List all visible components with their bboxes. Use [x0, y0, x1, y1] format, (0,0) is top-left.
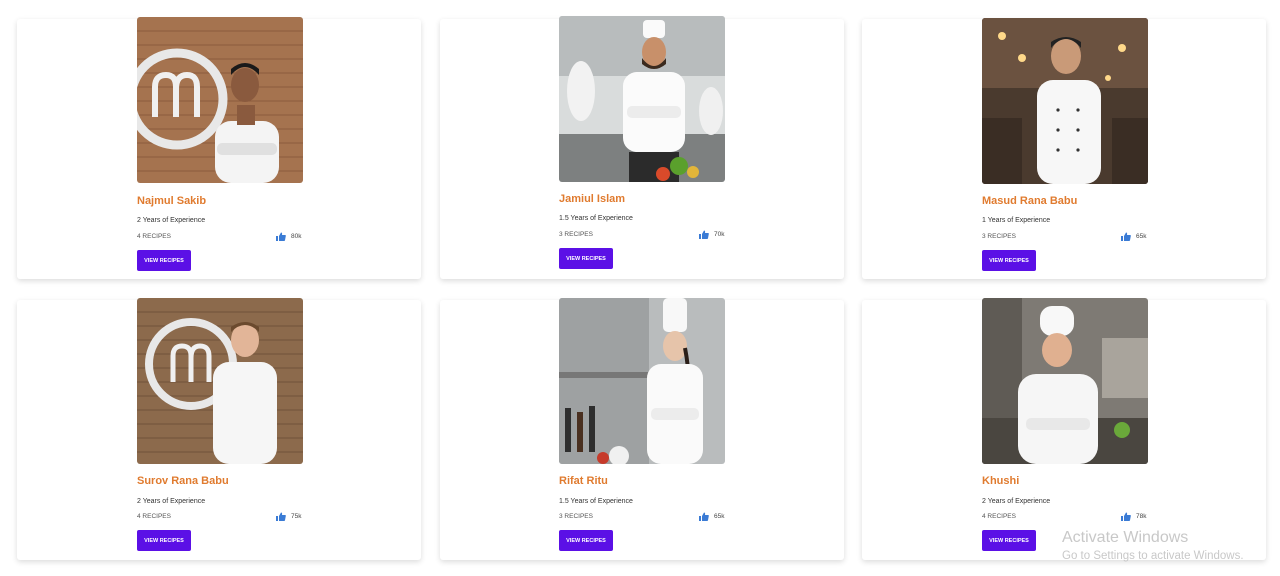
chef-likes: 65k	[1121, 232, 1146, 241]
view-recipes-button[interactable]: VIEW RECIPES	[559, 530, 613, 551]
likes-count: 70k	[714, 231, 725, 238]
thumbs-up-icon	[276, 512, 286, 521]
chef-experience: 1.5 Years of Experience	[559, 498, 633, 505]
chef-likes: 70k	[699, 230, 724, 239]
chef-name: Jamiul Islam	[559, 193, 626, 205]
chef-experience: 1.5 Years of Experience	[559, 215, 633, 222]
chef-likes: 65k	[699, 512, 724, 521]
chef-name: Surov Rana Babu	[137, 475, 229, 487]
chef-recipe-count: 3 RECIPES	[982, 233, 1016, 240]
watermark-title: Activate Windows	[1062, 529, 1189, 546]
chef-card: Jamiul Islam 1.5 Years of Experience 3 R…	[440, 16, 844, 279]
chef-card: Khushi 2 Years of Experience 4 RECIPES 7…	[862, 298, 1266, 560]
chef-photo	[559, 16, 725, 182]
chef-name: Najmul Sakib	[137, 195, 207, 207]
chef-recipe-count: 4 RECIPES	[137, 513, 171, 520]
watermark-subtitle: Go to Settings to activate Windows.	[1062, 550, 1244, 562]
chef-photo	[982, 18, 1148, 184]
chef-recipe-count: 3 RECIPES	[559, 231, 593, 238]
likes-count: 75k	[291, 513, 302, 520]
chef-name: Masud Rana Babu	[982, 195, 1078, 207]
chef-recipe-count: 4 RECIPES	[982, 513, 1016, 520]
thumbs-up-icon	[1121, 512, 1131, 521]
thumbs-up-icon	[699, 512, 709, 521]
chef-grid: Najmul Sakib 2 Years of Experience 4 REC…	[0, 0, 1280, 576]
thumbs-up-icon	[276, 232, 286, 241]
thumbs-up-icon	[699, 230, 709, 239]
view-recipes-button[interactable]: VIEW RECIPES	[982, 530, 1036, 551]
likes-count: 65k	[714, 513, 725, 520]
chef-name: Rifat Ritu	[559, 475, 608, 487]
chef-card: Rifat Ritu 1.5 Years of Experience 3 REC…	[440, 298, 844, 560]
view-recipes-button[interactable]: VIEW RECIPES	[982, 250, 1036, 271]
likes-count: 80k	[291, 233, 302, 240]
chef-likes: 80k	[276, 232, 301, 241]
chef-recipe-count: 4 RECIPES	[137, 233, 171, 240]
chef-experience: 1 Years of Experience	[982, 217, 1051, 224]
chef-card: Masud Rana Babu 1 Years of Experience 3 …	[862, 18, 1266, 279]
thumbs-up-icon	[1121, 232, 1131, 241]
chef-card: Najmul Sakib 2 Years of Experience 4 REC…	[17, 17, 421, 279]
chef-experience: 2 Years of Experience	[982, 498, 1051, 505]
likes-count: 65k	[1136, 233, 1147, 240]
chef-likes: 78k	[1121, 512, 1146, 521]
chef-photo	[559, 298, 725, 464]
likes-count: 78k	[1136, 513, 1147, 520]
chef-card: Surov Rana Babu 2 Years of Experience 4 …	[17, 298, 421, 560]
chef-experience: 2 Years of Experience	[137, 498, 206, 505]
view-recipes-button[interactable]: VIEW RECIPES	[137, 530, 191, 551]
chef-name: Khushi	[982, 475, 1020, 487]
view-recipes-button[interactable]: VIEW RECIPES	[559, 248, 613, 269]
chef-photo	[137, 17, 303, 183]
activate-windows-watermark: Activate Windows Go to Settings to activ…	[1062, 529, 1244, 562]
chef-recipe-count: 3 RECIPES	[559, 513, 593, 520]
chef-likes: 75k	[276, 512, 301, 521]
chef-photo	[982, 298, 1148, 464]
chef-experience: 2 Years of Experience	[137, 217, 206, 224]
view-recipes-button[interactable]: VIEW RECIPES	[137, 250, 191, 271]
chef-photo	[137, 298, 303, 464]
